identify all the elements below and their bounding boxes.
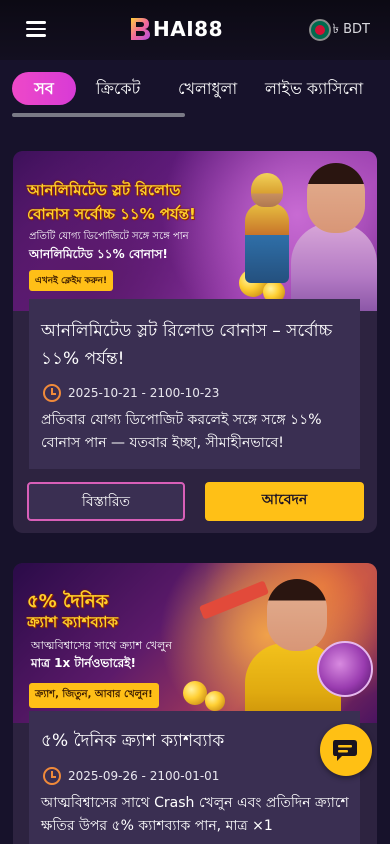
promo-date-row: 2025-10-21 - 2100-10-23 (43, 384, 219, 402)
promo-date: 2025-09-26 - 2100-01-01 (68, 769, 220, 783)
clock-icon (43, 767, 61, 785)
apply-button[interactable]: আবেদন (205, 482, 364, 521)
category-tabs: সব ক্রিকেট খেলাধুলা লাইভ ক্যাসিনো (0, 60, 390, 120)
model-head (307, 163, 365, 233)
brand-logo[interactable]: HAI88 (129, 15, 223, 43)
tab-cricket[interactable]: ক্রিকেট (96, 72, 140, 105)
gift-icon (317, 641, 373, 697)
promo-description: আত্মবিশ্বাসের সাথে Crash খেলুন এবং প্রতি… (41, 795, 349, 834)
promo-title: ৫% দৈনিক ক্র্যাশ ক্যাশব্যাক (41, 731, 225, 751)
tab-all[interactable]: সব (12, 72, 76, 105)
details-button[interactable]: বিস্তারিত (27, 482, 185, 521)
tabs-scrollbar[interactable] (12, 113, 185, 117)
live-chat-button[interactable] (320, 724, 372, 776)
chat-icon (333, 740, 357, 761)
promo-card: আনলিমিটেড স্লট রিলোড বোনাস সর্বোচ্চ ১১% … (13, 151, 377, 533)
promo-description: প্রতিবার যোগ্য ডিপোজিট করলেই সঙ্গে সঙ্গে… (41, 412, 322, 451)
menu-icon[interactable] (26, 21, 46, 37)
banner-title-line2: ক্র্যাশ ক্যাশব্যাক (27, 613, 118, 631)
banner-claim-button[interactable]: এখনই ক্লেইম করুন! (29, 270, 114, 291)
logo-b-icon (131, 18, 150, 40)
currency-selector[interactable]: ৳ BDT (308, 19, 370, 41)
banner-title-line1: আনলিমিটেড স্লট রিলোড (27, 181, 181, 199)
promo-title: আনলিমিটেড স্লট রিলোড বোনাস – সর্বোচ্চ ১১… (41, 321, 333, 369)
promo-date: 2025-10-21 - 2100-10-23 (68, 386, 220, 400)
promo-card: ৫% দৈনিক ক্র্যাশ ক্যাশব্যাক আত্মবিশ্বাসে… (13, 563, 377, 844)
banner-title-line2: বোনাস সর্বোচ্চ ১১% পর্যন্ত! (27, 205, 196, 223)
tab-sports[interactable]: খেলাধুলা (178, 72, 237, 105)
pharaoh-figure (245, 203, 289, 283)
banner-subtitle-bold: মাত্র 1x টার্নওভারেই! (31, 656, 136, 670)
banner-subtitle: প্রতিটি যোগ্য ডিপোজিটে সঙ্গে সঙ্গে পান (29, 231, 189, 242)
promo-banner[interactable]: আনলিমিটেড স্লট রিলোড বোনাস সর্বোচ্চ ১১% … (13, 151, 377, 311)
model-figure (291, 223, 377, 311)
rocket-plane-figure (198, 580, 270, 620)
banner-claim-button[interactable]: ক্র্যাশ, জিতুন, আবার খেলুন! (29, 683, 159, 708)
logo-text: HAI88 (153, 17, 223, 41)
bangladesh-flag-icon (308, 19, 331, 41)
pharaoh-head (251, 173, 283, 207)
promo-date-row: 2025-09-26 - 2100-01-01 (43, 767, 219, 785)
coin-icon (183, 681, 207, 705)
clock-icon (43, 384, 61, 402)
currency-label: ৳ BDT (332, 21, 370, 37)
promo-banner[interactable]: ৫% দৈনিক ক্র্যাশ ক্যাশব্যাক আত্মবিশ্বাসে… (13, 563, 377, 723)
coin-icon (205, 691, 225, 711)
model-head (267, 579, 327, 651)
tab-live-casino[interactable]: লাইভ ক্যাসিনো (265, 72, 363, 105)
app-header: HAI88 ৳ BDT (0, 0, 390, 60)
banner-subtitle-bold: আনলিমিটেড ১১% বোনাস! (29, 247, 168, 261)
banner-subtitle: আত্মবিশ্বাসের সাথে ক্র্যাশ খেলুন (31, 639, 172, 652)
